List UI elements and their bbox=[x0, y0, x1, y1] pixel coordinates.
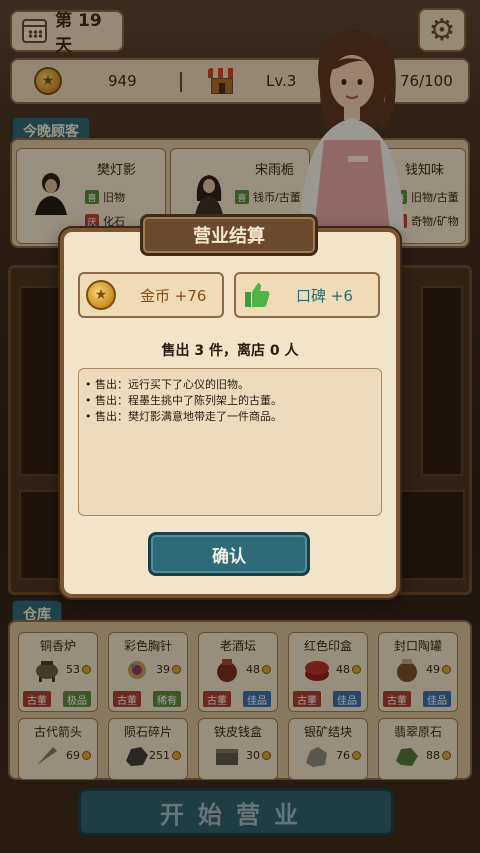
thumbs-up-icon bbox=[242, 280, 272, 310]
confirm-button[interactable]: 确认 bbox=[148, 532, 310, 576]
reputation-reward-box: 口碑 +6 bbox=[234, 272, 380, 318]
log-entry: • 售出：樊灯影满意地带走了一件商品。 bbox=[85, 410, 282, 423]
log-entry: • 售出：程墨生挑中了陈列架上的古董。 bbox=[85, 394, 282, 407]
sales-summary: 售出 3 件，离店 0 人 bbox=[161, 343, 299, 359]
coin-reward-box: ★ 金币 +76 bbox=[78, 272, 224, 318]
sales-log[interactable]: • 售出：远行买下了心仪的旧物。 • 售出：程墨生挑中了陈列架上的古董。 • 售… bbox=[78, 368, 382, 516]
modal-title: 营业结算 bbox=[140, 214, 318, 256]
log-entry: • 售出：远行买下了心仪的旧物。 bbox=[85, 378, 249, 391]
coin-icon: ★ bbox=[86, 280, 116, 310]
reputation-reward-text: 口碑 +6 bbox=[296, 286, 353, 305]
coin-reward-text: 金币 +76 bbox=[140, 286, 207, 305]
